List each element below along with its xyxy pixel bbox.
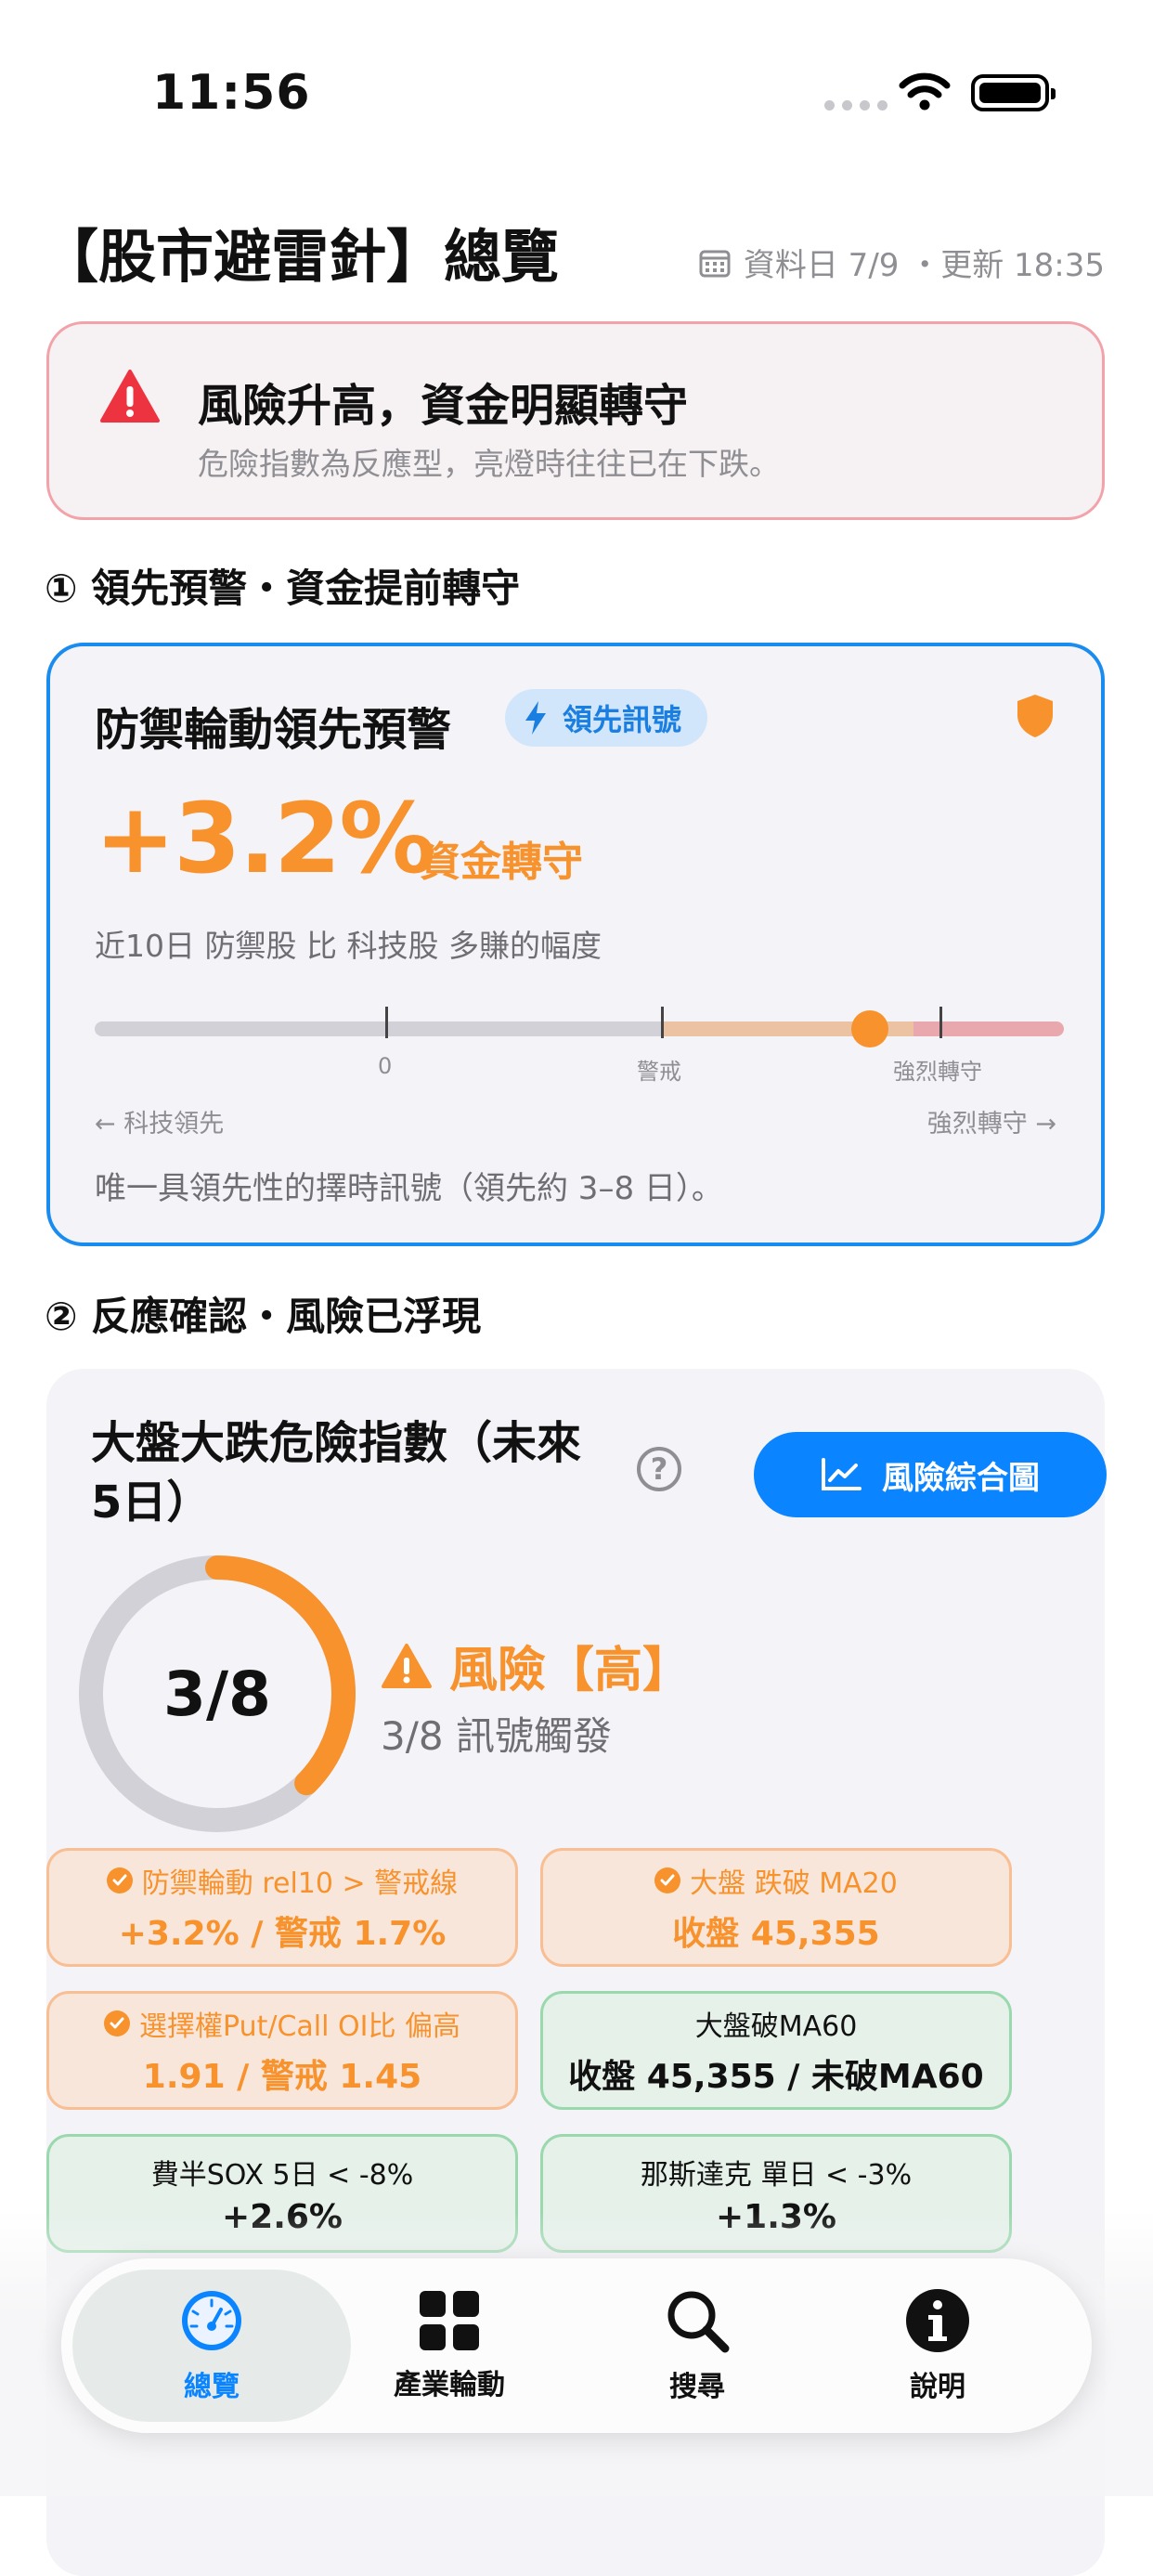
page-title: 【股市避雷針】總覽 bbox=[41, 223, 560, 291]
wifi-icon bbox=[899, 72, 951, 111]
signal-label-row: 大盤 跌破 MA20 bbox=[654, 1860, 898, 1901]
lead-value: +3.2% bbox=[95, 782, 436, 895]
signal-break-ma60: 大盤破MA60 收盤 45,355 / 未破MA60 bbox=[540, 1991, 1012, 2110]
gauge-tick-warn: 警戒 bbox=[637, 1059, 681, 1085]
signal-value: 收盤 45,355 / 未破MA60 bbox=[568, 2058, 984, 2096]
signal-label: 大盤 跌破 MA20 bbox=[690, 1867, 898, 1900]
risk-alert-banner: 風險升高，資金明顯轉守 危險指數為反應型，亮燈時往往已在下跌。 bbox=[46, 321, 1105, 520]
calendar-icon bbox=[699, 250, 731, 277]
tab-search[interactable]: 搜尋 bbox=[576, 2258, 818, 2433]
signal-label: 選擇權Put/Call OI比 偏高 bbox=[139, 2010, 460, 2043]
lead-gauge bbox=[95, 1007, 1064, 1047]
risk-level-label: 風險【高】 bbox=[449, 1643, 692, 1698]
signal-label-row: 那斯達克 單日 < -3% bbox=[641, 2152, 912, 2192]
lead-signal-pill: 領先訊號 bbox=[505, 689, 708, 747]
search-icon bbox=[667, 2291, 730, 2353]
alert-headline: 風險升高，資金明顯轉守 bbox=[198, 380, 689, 432]
risk-chart-button[interactable]: 風險綜合圖 bbox=[754, 1432, 1107, 1517]
help-icon[interactable]: ? bbox=[637, 1447, 681, 1491]
tab-sector-rotation-label: 產業輪動 bbox=[394, 2369, 505, 2401]
check-icon bbox=[104, 2010, 130, 2036]
danger-card-title: 大盤大跌危險指數（未來5日） bbox=[91, 1417, 582, 1529]
signal-dots-icon bbox=[824, 100, 887, 111]
signal-label: 防禦輪動 rel10 > 警戒線 bbox=[141, 1867, 459, 1900]
signal-label: 那斯達克 單日 < -3% bbox=[640, 2158, 913, 2192]
line-chart-icon bbox=[822, 1458, 862, 1490]
risk-level: 風險【高】 bbox=[381, 1631, 691, 1700]
check-icon bbox=[654, 1867, 681, 1893]
lead-description: 近10日 防禦股 比 科技股 多賺的幅度 bbox=[95, 928, 602, 964]
signal-label-row: 費半SOX 5日 < -8% bbox=[151, 2152, 414, 2192]
danger-score: 3/8 bbox=[163, 1658, 271, 1730]
section-title-confirm: ② 反應確認・風險已浮現 bbox=[45, 1294, 482, 1339]
signal-label: 費半SOX 5日 < -8% bbox=[150, 2158, 414, 2192]
battery-icon bbox=[971, 74, 1056, 111]
data-date-text: 資料日 7/9 ・更新 18:35 bbox=[743, 247, 1105, 284]
lead-tag: 資金轉守 bbox=[420, 839, 583, 886]
warning-icon bbox=[382, 1643, 432, 1688]
signal-value: +3.2% / 警戒 1.7% bbox=[118, 1915, 447, 1953]
signal-break-ma20: 大盤 跌破 MA20 收盤 45,355 bbox=[540, 1848, 1012, 1967]
check-icon bbox=[106, 1867, 133, 1893]
risk-chart-button-label: 風險綜合圖 bbox=[882, 1459, 1040, 1497]
alert-subtext: 危險指數為反應型，亮燈時往往已在下跌。 bbox=[198, 446, 780, 482]
signal-defense-rotation: 防禦輪動 rel10 > 警戒線 +3.2% / 警戒 1.7% bbox=[46, 1848, 518, 1967]
gauge-tick-zero: 0 bbox=[378, 1053, 393, 1079]
gauge-tick-strong: 強烈轉守 bbox=[893, 1059, 982, 1085]
signal-label-row: 防禦輪動 rel10 > 警戒線 bbox=[106, 1860, 459, 1901]
bolt-icon bbox=[525, 701, 546, 735]
tab-help-label: 說明 bbox=[910, 2371, 965, 2403]
gauge-left-hint: ← 科技領先 bbox=[95, 1110, 225, 1138]
signals-triggered: 3/8 訊號觸發 bbox=[381, 1713, 612, 1759]
shield-icon bbox=[1017, 695, 1053, 737]
tab-overview[interactable]: 總覽 bbox=[91, 2258, 332, 2433]
signal-value: 1.91 / 警戒 1.45 bbox=[142, 2058, 422, 2096]
info-icon bbox=[906, 2289, 969, 2352]
gauge-right-hint: 強烈轉守 → bbox=[926, 1110, 1056, 1138]
signal-value: 收盤 45,355 bbox=[672, 1915, 880, 1953]
data-date: 資料日 7/9 ・更新 18:35 bbox=[699, 240, 1105, 285]
grid-icon bbox=[420, 2291, 479, 2350]
lead-card-title: 防禦輪動領先預警 bbox=[95, 704, 452, 756]
tab-help[interactable]: 說明 bbox=[817, 2258, 1058, 2433]
signal-label: 大盤破MA60 bbox=[694, 2010, 858, 2043]
section-title-lead: ① 領先預警・資金提前轉守 bbox=[45, 566, 521, 611]
gauge-icon bbox=[182, 2291, 241, 2350]
warning-icon bbox=[100, 370, 160, 423]
lead-signal-pill-label: 領先訊號 bbox=[563, 702, 682, 737]
status-time: 11:56 bbox=[152, 65, 311, 121]
tab-search-label: 搜尋 bbox=[669, 2371, 725, 2403]
signal-label-row: 大盤破MA60 bbox=[695, 2003, 858, 2044]
tab-overview-label: 總覽 bbox=[184, 2371, 240, 2403]
lead-gauge-marker bbox=[851, 1010, 889, 1047]
lead-footer: 唯一具領先性的擇時訊號（領先約 3–8 日）。 bbox=[95, 1170, 723, 1207]
signal-label-row: 選擇權Put/Call OI比 偏高 bbox=[104, 2003, 460, 2044]
lead-warning-card[interactable]: 防禦輪動領先預警 領先訊號 +3.2% 資金轉守 近10日 防禦股 比 科技股 … bbox=[46, 643, 1105, 1246]
tab-bar: 總覽 產業輪動 搜尋 說明 bbox=[61, 2258, 1092, 2433]
signal-put-call: 選擇權Put/Call OI比 偏高 1.91 / 警戒 1.45 bbox=[46, 1991, 518, 2110]
tab-sector-rotation[interactable]: 產業輪動 bbox=[329, 2258, 570, 2433]
